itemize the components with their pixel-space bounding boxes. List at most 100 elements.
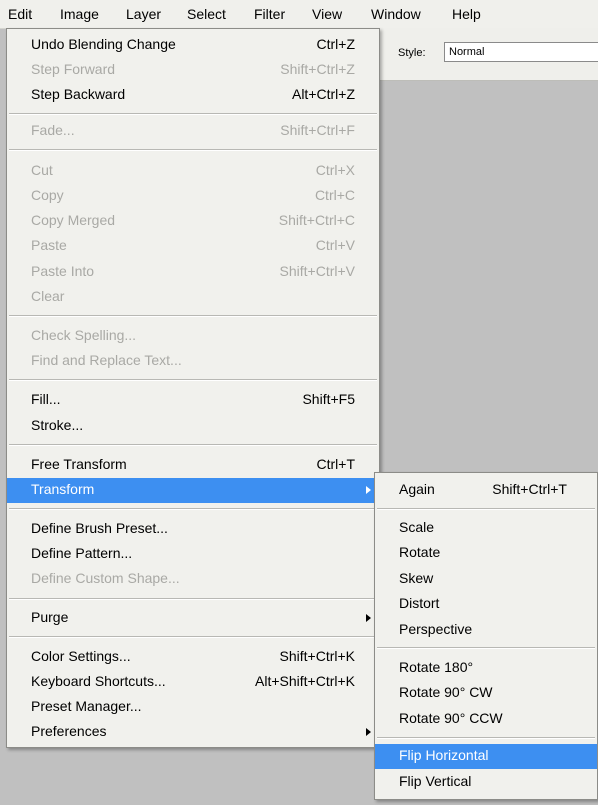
- menu-item-stroke[interactable]: Stroke...: [7, 414, 379, 439]
- menu-item-label: Fade...: [31, 122, 75, 138]
- transform-submenu: Again Shift+Ctrl+T Scale Rotate Skew Dis…: [374, 472, 598, 800]
- menu-item-shortcut: Alt+Ctrl+Z: [291, 86, 355, 102]
- menu-item-fade[interactable]: Fade... Shift+Ctrl+F: [7, 119, 379, 144]
- menu-separator: [9, 315, 377, 317]
- menu-item-shortcut: Alt+Shift+Ctrl+K: [255, 673, 355, 689]
- menu-window[interactable]: Window: [371, 6, 421, 22]
- menu-separator: [9, 636, 377, 638]
- menu-separator: [9, 598, 377, 600]
- menu-item-label: Find and Replace Text...: [31, 352, 182, 368]
- menu-item-fill[interactable]: Fill... Shift+F5: [7, 388, 379, 413]
- menu-item-label: Undo Blending Change: [31, 36, 176, 52]
- menu-item-shortcut: Shift+Ctrl+V: [279, 263, 355, 279]
- menu-item-label: Clear: [31, 288, 65, 304]
- menu-item-label: Rotate 90° CCW: [399, 710, 503, 726]
- menu-item-rotate-90-cw[interactable]: Rotate 90° CW: [375, 681, 597, 706]
- menu-item-rotate-90-ccw[interactable]: Rotate 90° CCW: [375, 707, 597, 732]
- style-label: Style:: [398, 47, 426, 59]
- menu-item-label: Rotate 180°: [399, 659, 474, 675]
- menu-separator: [9, 149, 377, 151]
- menu-separator: [9, 113, 377, 115]
- menu-item-label: Stroke...: [31, 417, 84, 433]
- options-bar: Style: Normal: [380, 28, 598, 81]
- menu-item-label: Transform: [31, 481, 95, 497]
- menu-item-rotate-180[interactable]: Rotate 180°: [375, 656, 597, 681]
- menu-item-label: Rotate 90° CW: [399, 684, 493, 700]
- submenu-arrow-icon: [366, 614, 371, 622]
- menu-item-label: Define Pattern...: [31, 545, 133, 561]
- menu-bar: Edit Image Layer Select Filter View Wind…: [0, 0, 598, 29]
- style-select[interactable]: Normal: [444, 42, 598, 62]
- menu-item-flip-vertical[interactable]: Flip Vertical: [375, 770, 597, 795]
- menu-item-label: Define Custom Shape...: [31, 570, 180, 586]
- menu-item-define-shape[interactable]: Define Custom Shape...: [7, 567, 379, 592]
- menu-item-define-brush[interactable]: Define Brush Preset...: [7, 517, 379, 542]
- menu-item-label: Flip Horizontal: [399, 747, 489, 763]
- menu-item-color-settings[interactable]: Color Settings... Shift+Ctrl+K: [7, 645, 379, 670]
- menu-item-copy-merged[interactable]: Copy Merged Shift+Ctrl+C: [7, 209, 379, 234]
- submenu-arrow-icon: [366, 486, 371, 494]
- menu-item-label: Fill...: [31, 391, 61, 407]
- menu-item-shortcut: Shift+Ctrl+C: [278, 212, 355, 228]
- menu-item-perspective[interactable]: Perspective: [375, 618, 597, 643]
- menu-item-label: Paste: [31, 237, 67, 253]
- menu-separator: [9, 444, 377, 446]
- menu-item-scale[interactable]: Scale: [375, 516, 597, 541]
- menu-item-label: Define Brush Preset...: [31, 520, 168, 536]
- menu-item-flip-horizontal[interactable]: Flip Horizontal: [375, 744, 597, 769]
- menu-item-transform[interactable]: Transform: [7, 478, 379, 503]
- menu-item-define-pattern[interactable]: Define Pattern...: [7, 542, 379, 567]
- menu-item-shortcut: Ctrl+X: [315, 162, 355, 178]
- menu-item-paste[interactable]: Paste Ctrl+V: [7, 234, 379, 259]
- menu-filter[interactable]: Filter: [254, 6, 285, 22]
- menu-item-shortcut: Shift+Ctrl+T: [492, 481, 567, 497]
- menu-item-label: Check Spelling...: [31, 327, 137, 343]
- menu-item-shortcut: Shift+Ctrl+K: [279, 648, 355, 664]
- menu-select[interactable]: Select: [187, 6, 226, 22]
- menu-image[interactable]: Image: [60, 6, 99, 22]
- menu-item-label: Flip Vertical: [399, 773, 472, 789]
- menu-view[interactable]: View: [312, 6, 342, 22]
- menu-item-label: Perspective: [399, 621, 473, 637]
- menu-item-label: Skew: [399, 570, 434, 586]
- menu-item-label: Purge: [31, 609, 69, 625]
- menu-item-check-spelling[interactable]: Check Spelling...: [7, 324, 379, 349]
- menu-item-skew[interactable]: Skew: [375, 567, 597, 592]
- menu-item-preferences[interactable]: Preferences: [7, 720, 379, 745]
- edit-menu: Undo Blending Change Ctrl+Z Step Forward…: [6, 28, 380, 748]
- menu-item-purge[interactable]: Purge: [7, 606, 379, 631]
- menu-item-preset-manager[interactable]: Preset Manager...: [7, 695, 379, 720]
- menu-help[interactable]: Help: [452, 6, 481, 22]
- menu-item-label: Keyboard Shortcuts...: [31, 673, 166, 689]
- menu-item-shortcut: Ctrl+Z: [316, 36, 356, 52]
- menu-item-label: Rotate: [399, 544, 441, 560]
- menu-item-label: Preferences: [31, 723, 107, 739]
- menu-item-again[interactable]: Again Shift+Ctrl+T: [375, 478, 597, 503]
- menu-item-shortcut: Ctrl+V: [315, 237, 355, 253]
- menu-separator: [377, 647, 595, 649]
- menu-item-step-backward[interactable]: Step Backward Alt+Ctrl+Z: [7, 83, 379, 108]
- menu-separator: [377, 508, 595, 510]
- menu-item-label: Again: [399, 481, 435, 497]
- menu-item-label: Free Transform: [31, 456, 127, 472]
- menu-item-find-replace[interactable]: Find and Replace Text...: [7, 349, 379, 374]
- menu-item-distort[interactable]: Distort: [375, 592, 597, 617]
- menu-item-rotate[interactable]: Rotate: [375, 541, 597, 566]
- menu-item-step-forward[interactable]: Step Forward Shift+Ctrl+Z: [7, 58, 379, 83]
- menu-item-paste-into[interactable]: Paste Into Shift+Ctrl+V: [7, 260, 379, 285]
- menu-item-shortcut: Ctrl+C: [314, 187, 355, 203]
- submenu-arrow-icon: [366, 728, 371, 736]
- menu-layer[interactable]: Layer: [126, 6, 161, 22]
- menu-item-label: Step Forward: [31, 61, 116, 77]
- menu-item-undo[interactable]: Undo Blending Change Ctrl+Z: [7, 33, 379, 58]
- menu-item-shortcut: Shift+F5: [302, 391, 355, 407]
- menu-item-label: Copy Merged: [31, 212, 116, 228]
- menu-item-free-transform[interactable]: Free Transform Ctrl+T: [7, 453, 379, 478]
- menu-item-keyboard-shortcuts[interactable]: Keyboard Shortcuts... Alt+Shift+Ctrl+K: [7, 670, 379, 695]
- menu-item-copy[interactable]: Copy Ctrl+C: [7, 184, 379, 209]
- menu-item-clear[interactable]: Clear: [7, 285, 379, 310]
- menu-item-cut[interactable]: Cut Ctrl+X: [7, 159, 379, 184]
- menu-item-shortcut: Ctrl+T: [316, 456, 356, 472]
- menu-edit[interactable]: Edit: [8, 6, 32, 22]
- menu-separator: [9, 508, 377, 510]
